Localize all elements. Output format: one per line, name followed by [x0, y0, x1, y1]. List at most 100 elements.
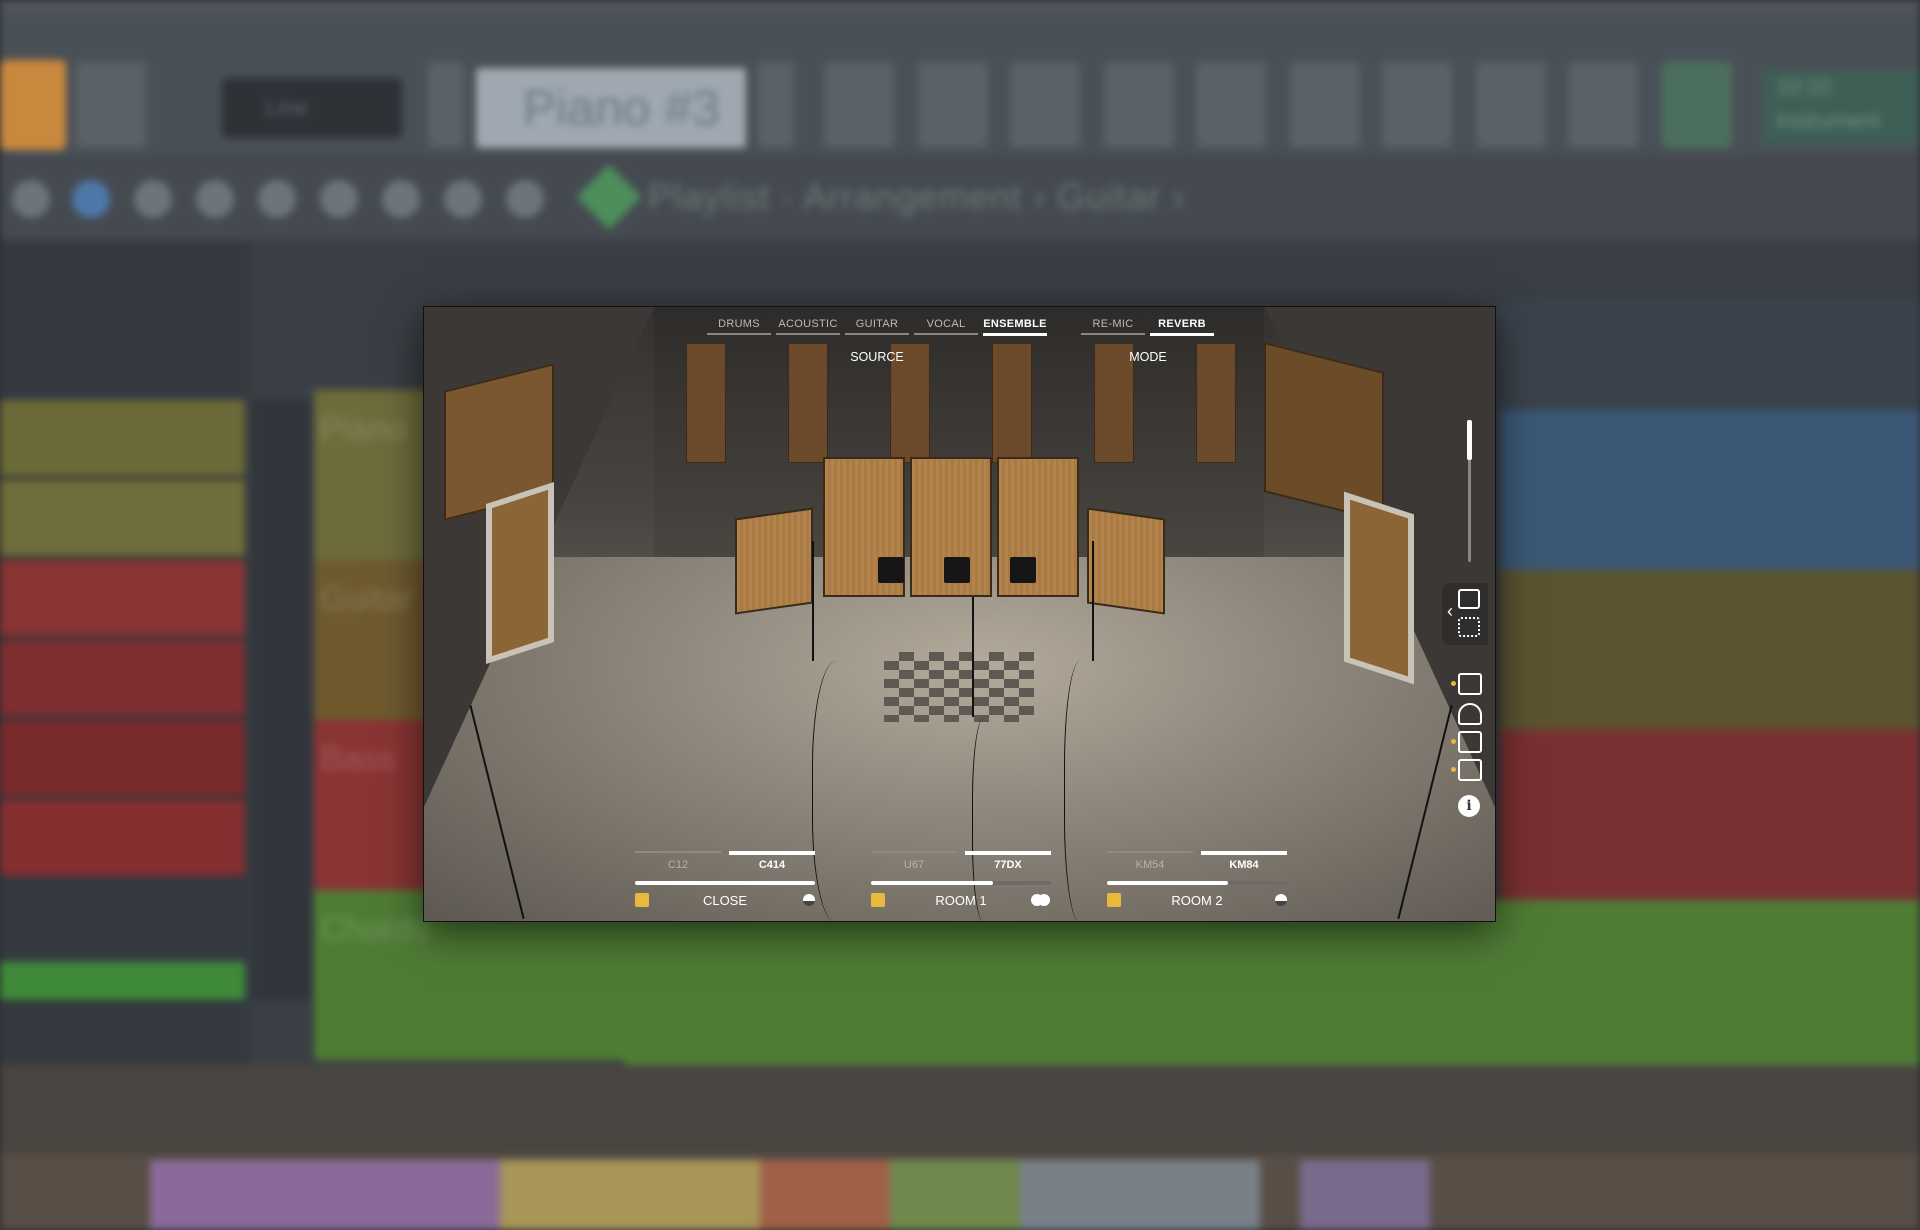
mixer-icon[interactable] [1104, 62, 1174, 148]
piano-roll-icon[interactable] [918, 62, 988, 148]
pattern-block[interactable] [1300, 1160, 1430, 1230]
active-indicator [1451, 767, 1456, 772]
left-door [486, 481, 554, 665]
channel-row[interactable] [0, 560, 245, 638]
info-icon[interactable]: i [1458, 795, 1480, 817]
mic-option-c414[interactable]: C414 [729, 851, 815, 871]
channel-row[interactable] [0, 720, 245, 798]
curve-icon[interactable] [1458, 731, 1482, 753]
mic-enable-checkbox[interactable] [1107, 893, 1121, 907]
cardioid-pattern-icon[interactable] [1265, 894, 1287, 906]
mute-tool-icon[interactable] [196, 180, 234, 218]
room-reverb-plugin: DRUMS ACOUSTIC GUITAR VOCAL ENSEMBLE SOU… [423, 306, 1496, 922]
mic-option-km54[interactable]: KM54 [1107, 851, 1193, 871]
app-logo-button[interactable] [0, 60, 66, 150]
mic-level-slider[interactable] [871, 881, 1051, 885]
tab-label: VOCAL [926, 318, 966, 330]
mic-option-77dx[interactable]: 77DX [965, 851, 1051, 871]
plugin-icon[interactable] [1382, 62, 1452, 148]
pattern-block[interactable] [500, 1160, 760, 1230]
mic-option-c12[interactable]: C12 [635, 851, 721, 871]
tab-reverb[interactable]: REVERB [1150, 318, 1214, 336]
draw-tool-icon[interactable] [12, 180, 50, 218]
tab-label: ENSEMBLE [983, 318, 1047, 330]
mic-level-fill [1107, 881, 1228, 885]
tab-ensemble[interactable]: ENSEMBLE [983, 318, 1047, 336]
tab-re-mic[interactable]: RE-MIC [1081, 318, 1145, 335]
clip-band[interactable] [1500, 410, 1920, 570]
tab-label: REVERB [1158, 318, 1206, 330]
browser-icon[interactable] [1196, 62, 1266, 148]
tab-acoustic[interactable]: ACOUSTIC [776, 318, 840, 335]
mic-option-km84[interactable]: KM84 [1201, 851, 1287, 871]
playback-tool-icon[interactable] [506, 180, 544, 218]
room-scrollbar[interactable] [1467, 420, 1472, 562]
channel-rack-icon[interactable] [1010, 62, 1080, 148]
pattern-block[interactable] [890, 1160, 1020, 1230]
zoom-tool-icon[interactable] [444, 180, 482, 218]
slip-tool-icon[interactable] [258, 180, 296, 218]
chords-clip[interactable] [624, 900, 1920, 1065]
mic-enable-checkbox[interactable] [871, 893, 885, 907]
pattern-field[interactable]: Piano #3 [476, 68, 746, 148]
tab-vocal[interactable]: VOCAL [914, 318, 978, 335]
mic-option-label: KM54 [1135, 859, 1165, 871]
mic-level-fill [871, 881, 994, 885]
hint-panel: 10:10 Instrument [1762, 70, 1920, 144]
scrollbar-thumb[interactable] [1467, 420, 1472, 460]
delete-tool-icon[interactable] [134, 180, 172, 218]
pattern-add-button[interactable] [758, 62, 794, 148]
channel-row[interactable] [0, 800, 245, 878]
pattern-block[interactable] [760, 1160, 890, 1230]
breadcrumb: Playlist · Arrangement › Guitar › [648, 176, 1186, 217]
paint-tool-icon[interactable] [72, 180, 110, 218]
mic-option-u67[interactable]: U67 [871, 851, 957, 871]
piano-roll-icon[interactable] [1458, 673, 1482, 695]
select-tool-icon[interactable] [382, 180, 420, 218]
mixer-icon[interactable] [1458, 589, 1480, 609]
line-field[interactable]: Line [222, 78, 402, 138]
channel-row[interactable] [0, 480, 245, 558]
clip-band[interactable] [1500, 730, 1920, 900]
channel-list [0, 240, 250, 1070]
studio-room-render [424, 307, 1495, 921]
mode-nav: RE-MIC REVERB MODE [1081, 318, 1215, 364]
help-icon[interactable] [1476, 62, 1546, 148]
mic-level-slider[interactable] [635, 881, 815, 885]
mic-stand [972, 597, 974, 717]
track-label: Bass [320, 740, 396, 778]
clip-band[interactable] [1500, 570, 1920, 730]
channel-row[interactable] [0, 962, 245, 1002]
track-label: Guitar [320, 580, 413, 618]
user-icon[interactable] [76, 62, 146, 148]
cardioid-pattern-icon[interactable] [793, 894, 815, 906]
chair [1010, 557, 1036, 583]
mic-option-label: 77DX [994, 859, 1022, 871]
step-button[interactable] [428, 62, 464, 148]
keyboard-grid-icon[interactable] [1458, 617, 1480, 637]
plugin-picker-icon[interactable] [1568, 62, 1638, 148]
sidebar-toggle-button[interactable]: ‹ [1442, 583, 1488, 645]
tab-guitar[interactable]: GUITAR [845, 318, 909, 335]
figure-8-pattern-icon[interactable] [1029, 894, 1051, 906]
reverb-icon[interactable] [1458, 703, 1482, 725]
channel-scrollbar[interactable] [252, 400, 312, 1000]
envelope-icon[interactable] [1458, 759, 1482, 781]
mic-name-label: ROOM 1 [935, 893, 987, 908]
screen: Line Piano #3 10:10 Instrument Playlist … [0, 0, 1920, 1230]
source-nav: DRUMS ACOUSTIC GUITAR VOCAL ENSEMBLE SOU… [707, 318, 1047, 364]
pattern-block[interactable] [1020, 1160, 1260, 1230]
mic-name-label: CLOSE [702, 893, 748, 908]
pattern-block[interactable] [150, 1160, 500, 1230]
channel-row[interactable] [0, 400, 245, 478]
mic-level-slider[interactable] [1107, 881, 1287, 885]
tab-drums[interactable]: DRUMS [707, 318, 771, 335]
file-icon[interactable] [1290, 62, 1360, 148]
mic-close: C12 C414 CLOSE [635, 851, 815, 915]
channel-row[interactable] [0, 640, 245, 718]
mic-enable-checkbox[interactable] [635, 893, 649, 907]
title-strip [0, 0, 1920, 14]
slice-tool-icon[interactable] [320, 180, 358, 218]
playlist-icon[interactable] [824, 62, 894, 148]
snap-icon[interactable] [1662, 62, 1732, 148]
